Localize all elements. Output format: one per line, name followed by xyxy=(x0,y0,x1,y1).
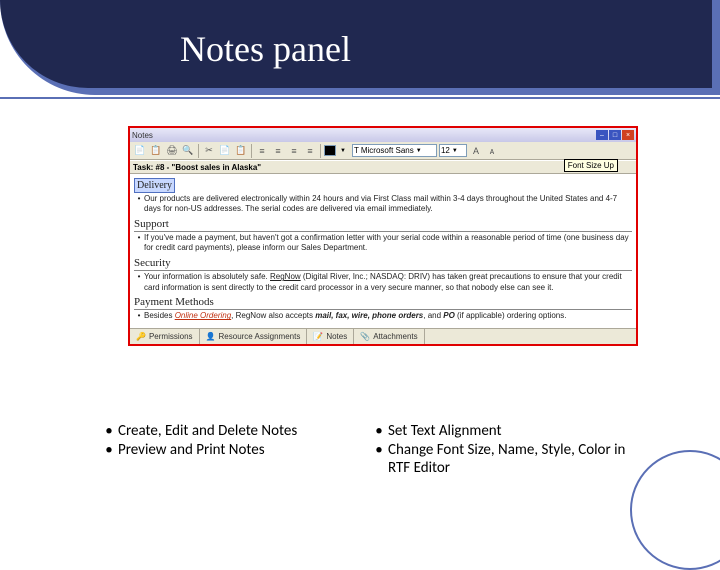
font-size-up-icon[interactable]: A xyxy=(469,144,483,158)
font-name-select[interactable]: T Microsoft Sans▼ xyxy=(352,144,437,157)
toolbar: 📄 📋 🖨 🔍 ✂ 📄 📋 ≡ ≡ ≡ ≡ ▼ T Microsoft Sans… xyxy=(130,142,636,160)
heading-support: Support xyxy=(134,217,632,232)
task-row: Task: #8 - "Boost sales in Alaska" xyxy=(130,160,636,174)
user-icon: 👤 xyxy=(206,332,216,341)
task-label: Task: #8 - "Boost sales in Alaska" xyxy=(133,163,261,172)
feature-right-0: Set Text Alignment xyxy=(388,422,640,440)
heading-security: Security xyxy=(134,256,632,271)
align-justify-icon[interactable]: ≡ xyxy=(303,144,317,158)
align-center-icon[interactable]: ≡ xyxy=(271,144,285,158)
panel-title: Notes xyxy=(132,131,153,140)
feature-right-1: Change Font Size, Name, Style, Color in … xyxy=(388,441,640,477)
tab-permissions[interactable]: 🔑Permissions xyxy=(130,328,200,344)
align-left-icon[interactable]: ≡ xyxy=(255,144,269,158)
decorative-arc xyxy=(630,450,720,570)
bottom-tabs: 🔑Permissions 👤Resource Assignments 📝Note… xyxy=(130,328,636,344)
close-button[interactable]: × xyxy=(622,130,634,140)
text-support: If you've made a payment, but haven't go… xyxy=(144,233,632,254)
maximize-button[interactable]: □ xyxy=(609,130,621,140)
tab-resource-assignments[interactable]: 👤Resource Assignments xyxy=(200,328,308,344)
feature-left-1: Preview and Print Notes xyxy=(118,441,370,459)
accent-line xyxy=(0,97,720,99)
font-size-select[interactable]: 12▼ xyxy=(439,144,467,157)
attachment-icon: 📎 xyxy=(360,332,370,341)
text-security: Your information is absolutely safe. Reg… xyxy=(144,272,632,293)
key-icon: 🔑 xyxy=(136,332,146,341)
paste-icon[interactable]: 📋 xyxy=(234,144,248,158)
text-payment: Besides Online Ordering, RegNow also acc… xyxy=(144,311,632,321)
slide-title: Notes panel xyxy=(180,28,351,70)
cut-icon[interactable]: ✂ xyxy=(202,144,216,158)
feature-bullets: •Create, Edit and Delete Notes •Preview … xyxy=(100,422,640,478)
document-area[interactable]: Delivery •Our products are delivered ele… xyxy=(130,174,636,328)
color-swatch[interactable] xyxy=(324,145,336,156)
copy-icon[interactable]: 📄 xyxy=(218,144,232,158)
font-size-down-icon[interactable]: ᴀ xyxy=(485,144,499,158)
print-icon[interactable]: 🖨 xyxy=(165,144,179,158)
text-delivery: Our products are delivered electronicall… xyxy=(144,194,632,215)
minimize-button[interactable]: – xyxy=(596,130,608,140)
note-icon: 📝 xyxy=(313,332,323,341)
tool-icon-1[interactable]: 📄 xyxy=(133,144,147,158)
notes-panel-screenshot: Notes – □ × 📄 📋 🖨 🔍 ✂ 📄 📋 ≡ ≡ ≡ ≡ ▼ T Mi… xyxy=(128,126,638,346)
tab-attachments[interactable]: 📎Attachments xyxy=(354,328,424,344)
tool-icon-2[interactable]: 📋 xyxy=(149,144,163,158)
feature-left-0: Create, Edit and Delete Notes xyxy=(118,422,370,440)
tooltip: Font Size Up xyxy=(564,159,618,172)
tab-notes[interactable]: 📝Notes xyxy=(307,328,354,344)
align-right-icon[interactable]: ≡ xyxy=(287,144,301,158)
panel-header: Notes – □ × xyxy=(130,128,636,142)
heading-delivery: Delivery xyxy=(134,178,175,193)
preview-icon[interactable]: 🔍 xyxy=(181,144,195,158)
color-dropdown-icon[interactable]: ▼ xyxy=(340,148,346,154)
heading-payment: Payment Methods xyxy=(134,295,632,310)
